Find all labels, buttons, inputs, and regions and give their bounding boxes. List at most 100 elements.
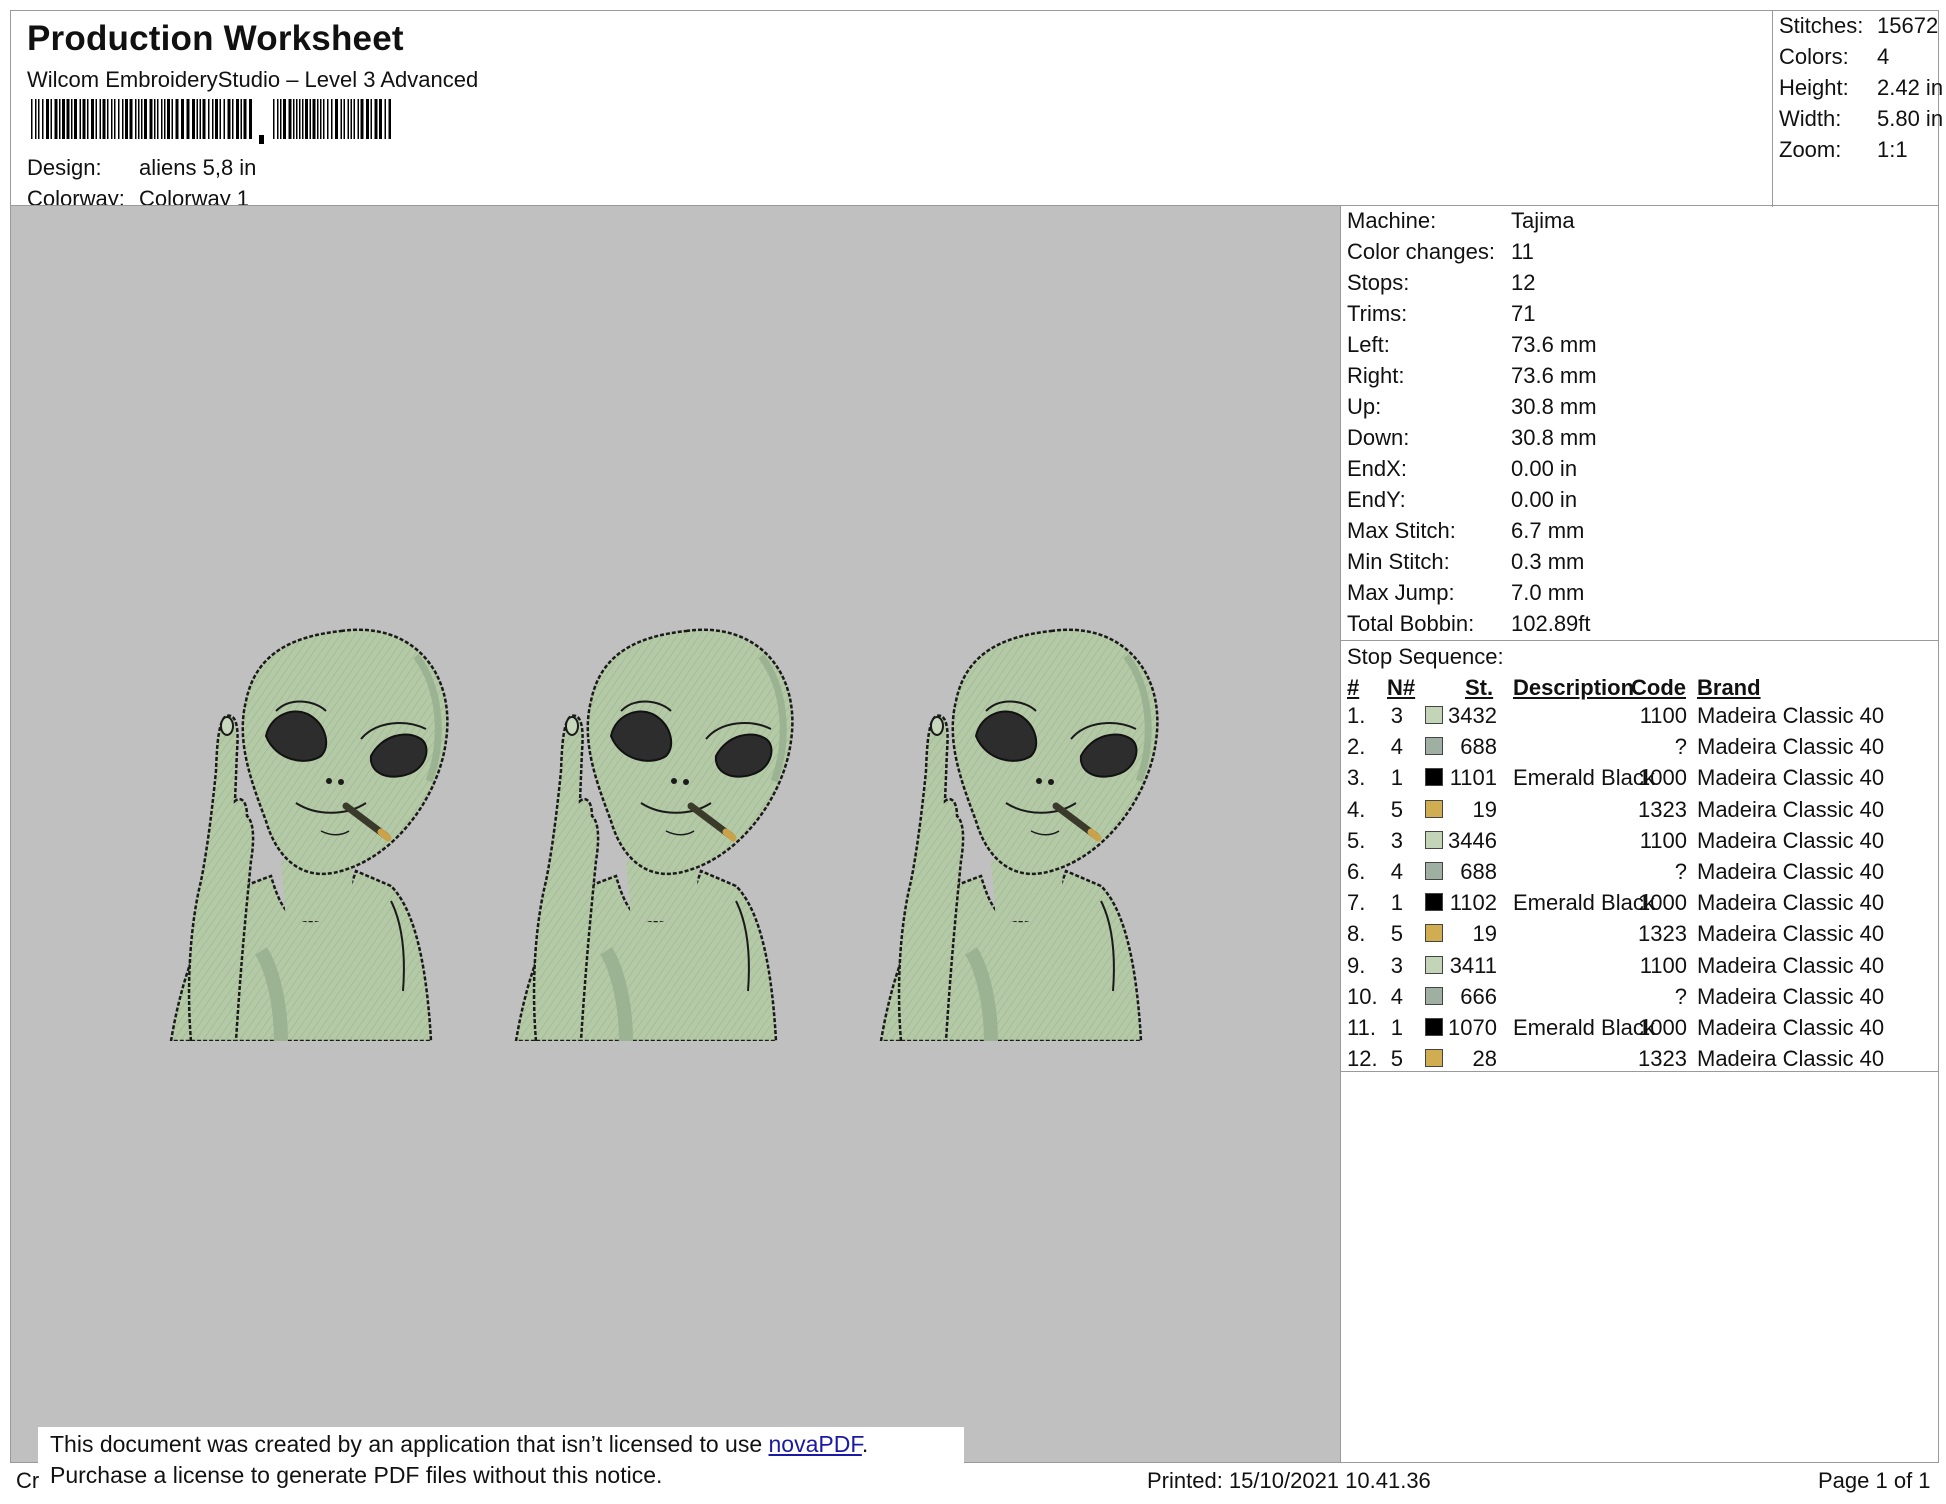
column-header-index: # [1347,675,1360,700]
barcode-bar [353,99,355,139]
machine-stat-label: Trims: [1347,301,1408,326]
stop-row: 10. 4 666? Madeira Classic 40 [1341,984,1939,1015]
stop-row: 1. 3 3432 1100 Madeira Classic 40 [1341,703,1939,734]
barcode-bar [38,99,40,139]
thread-brand: Madeira Classic 40 [1697,765,1885,791]
thread-code: 1323 [1638,921,1687,947]
barcode-bar [317,99,319,139]
needle-number: 1 [1390,1015,1403,1040]
color-swatch [1425,986,1443,1005]
barcode-bar [343,99,345,139]
thread-code: 1000 [1638,1015,1687,1040]
barcode-bar [388,99,391,139]
color-swatch [1425,737,1443,756]
color-swatch [1425,955,1443,974]
stat-height: Height: 2.42 in [1779,75,1944,100]
novapdf-link[interactable]: novaPDF [769,1431,862,1457]
thread-brand: Madeira Classic 40 [1697,1046,1885,1072]
stitch-count: 3411 [1449,952,1497,978]
barcode-bar [141,99,143,139]
machine-stat-row: Max Stitch: 6.7 mm [1347,518,1584,544]
barcode-comma [259,135,264,144]
thread-brand: Madeira Classic 40 [1697,827,1885,853]
barcode-bar [277,99,279,139]
needle-number: 3 [1390,952,1403,978]
stop-index: 10. [1347,983,1378,1009]
barcode-bar [384,99,386,139]
needle-number: 5 [1390,796,1403,822]
column-header-stitches: St. [1465,675,1494,700]
barcode-bar [59,99,61,139]
barcode-bar [196,99,198,139]
barcode-bar [302,99,304,139]
machine-stat-row: Machine: Tajima [1347,208,1575,234]
barcode-bar [299,99,301,139]
barcode-bar [111,99,113,139]
column-header-description: Description [1513,675,1635,700]
machine-stat-value: 6.7 mm [1511,518,1585,543]
barcode-bar [312,99,316,139]
stop-row: 7. 1 1102 Emerald Black 1000 Madeira Classic … [1341,890,1939,921]
barcode-bar [91,99,94,139]
machine-stat-row: Down: 30.8 mm [1347,425,1597,451]
worksheet-header: Production Worksheet Wilcom EmbroiderySt… [10,10,1943,211]
machine-stat-label: Machine: [1347,208,1437,233]
barcode-bar [273,99,275,139]
thread-code: ? [1674,734,1687,760]
barcode-bar [227,99,231,139]
barcode-bar [323,99,325,139]
barcode-bar [243,99,247,139]
stitch-count: 3432 [1448,703,1497,728]
thread-brand: Madeira Classic 40 [1697,952,1885,978]
machine-stat-value: 0.3 mm [1511,549,1585,574]
stop-index: 4. [1347,796,1366,822]
barcode-bar [144,99,147,139]
stop-row: 12. 5 28 1323 Madeira Classic 40 [1341,1046,1939,1077]
thread-code: 1000 [1638,765,1687,791]
machine-stat-row: Left: 73.6 mm [1347,332,1597,358]
machine-stat-label: Max Stitch: [1347,518,1456,543]
color-swatch [1425,893,1443,912]
machine-stat-value: 30.8 mm [1511,394,1597,419]
barcode-bar [320,99,322,139]
needle-number: 4 [1390,734,1403,760]
color-swatch [1425,706,1443,724]
alien-embroidery-artwork [161,621,1211,1041]
barcode-bar [249,99,252,139]
design-value: aliens 5,8 in [139,155,257,180]
barcode-bar [202,99,206,139]
stop-index: 2. [1347,734,1366,760]
thread-code: 1323 [1638,796,1687,822]
barcode-bar [331,99,333,139]
stitch-count: 1101 [1449,765,1497,791]
machine-stat-label: Max Jump: [1347,580,1455,605]
barcode-bar [340,99,342,139]
stitch-count: 19 [1472,796,1497,822]
machine-stat-row: EndX: 0.00 in [1347,456,1577,482]
stat-width: Width: 5.80 in [1779,106,1944,131]
needle-number: 5 [1390,921,1403,947]
barcode-bar [114,99,116,139]
barcode-bar [305,99,308,139]
machine-stat-value: 102.89ft [1511,611,1591,636]
thread-code: 1100 [1639,952,1687,978]
footer-left-text: Cr [16,1468,40,1493]
barcode-bar [50,99,52,139]
software-name: Wilcom EmbroideryStudio – Level 3 Advanc… [27,67,479,92]
barcode-bar [42,99,44,139]
thread-brand: Madeira Classic 40 [1697,890,1885,916]
machine-stat-label: Up: [1347,394,1382,419]
stat-zoom: Zoom: 1:1 [1779,137,1908,162]
barcode-bar [192,99,195,139]
barcode-bar [232,99,234,139]
barcode-bar [125,99,128,139]
machine-info-panel: Machine: Tajima Color changes: 11 Stops: 12 Tr… [1341,205,1939,1463]
stop-index: 3. [1347,765,1366,791]
machine-stat-label: Stops: [1347,270,1410,295]
barcode-bar [171,99,173,139]
barcode-bar [102,99,106,139]
stop-row: 8. 5 19 1323 Madeira Classic 40 [1341,921,1939,952]
thread-brand: Madeira Classic 40 [1697,703,1885,728]
barcode-bar [309,99,311,139]
machine-stat-value: 12 [1511,270,1536,295]
